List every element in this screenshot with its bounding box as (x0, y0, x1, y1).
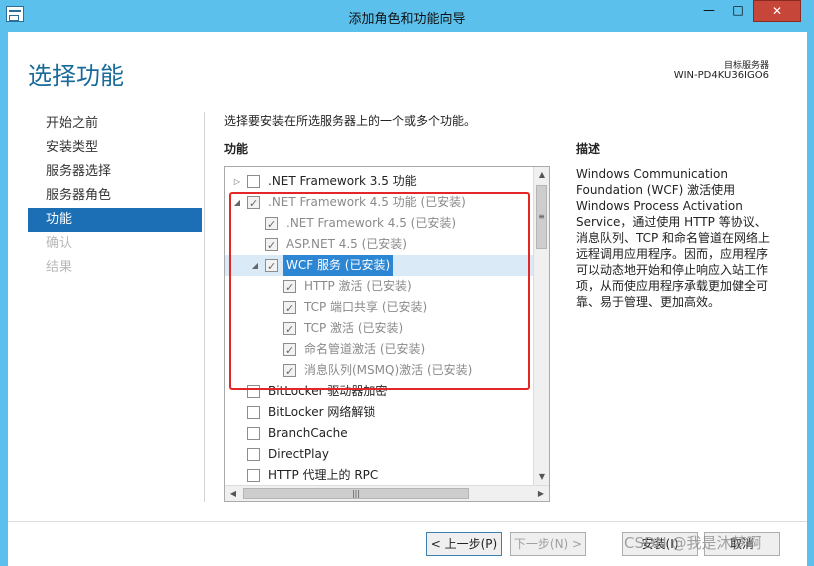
expand-toggle-icon[interactable]: ▷ (232, 171, 242, 192)
feature-label: TCP 端口共享 (已安装) (304, 300, 428, 314)
feature-checkbox[interactable] (247, 406, 260, 419)
page-title: 选择功能 (28, 62, 124, 90)
feature-label: ASP.NET 4.5 (已安装) (286, 237, 407, 251)
nav-item-server-roles[interactable]: 服务器角色 (28, 184, 202, 208)
expand-toggle-icon[interactable]: ◢ (250, 255, 260, 276)
feature-checkbox[interactable] (283, 277, 296, 298)
feature-label: TCP 激活 (已安装) (304, 321, 404, 335)
next-button[interactable]: 下一步(N) > (510, 532, 586, 556)
nav-item-features[interactable]: 功能 (28, 208, 202, 232)
feature-row[interactable]: HTTP 代理上的 RPC (225, 465, 535, 486)
target-server-name: WIN-PD4KU36IGO6 (673, 70, 769, 81)
nav-item-results: 结果 (46, 260, 73, 275)
feature-label: BitLocker 驱动器加密 (268, 384, 388, 398)
feature-checkbox[interactable] (265, 214, 278, 235)
feature-label: BitLocker 网络解锁 (268, 405, 376, 419)
nav-item-before-you-begin[interactable]: 开始之前 (28, 112, 202, 136)
feature-row[interactable]: BitLocker 驱动器加密 (225, 381, 535, 402)
scroll-thumb[interactable]: ≡ (536, 185, 547, 249)
expand-toggle-icon[interactable]: ◢ (232, 192, 242, 213)
feature-checkbox[interactable] (247, 427, 260, 440)
nav-item-server-selection[interactable]: 服务器选择 (28, 160, 202, 184)
title-bar: 添加角色和功能向导 — □ ✕ (0, 0, 814, 32)
nav-item-installation-type[interactable]: 安装类型 (28, 136, 202, 160)
feature-checkbox[interactable] (265, 256, 278, 277)
scroll-right-icon[interactable]: ▶ (533, 486, 549, 501)
feature-row[interactable]: TCP 端口共享 (已安装) (225, 297, 535, 319)
wizard-body: 选择功能 目标服务器 WIN-PD4KU36IGO6 开始之前 安装类型 服务器… (8, 32, 807, 566)
footer-divider (8, 521, 807, 522)
feature-row[interactable]: ◢ WCF 服务 (已安装) (225, 255, 535, 277)
previous-button[interactable]: < 上一步(P) (426, 532, 502, 556)
feature-checkbox[interactable] (247, 448, 260, 461)
feature-label: BranchCache (268, 426, 348, 440)
feature-row[interactable]: DirectPlay (225, 444, 535, 465)
feature-checkbox[interactable] (283, 298, 296, 319)
description-heading: 描述 (576, 142, 601, 156)
feature-label: .NET Framework 4.5 功能 (已安装) (268, 195, 466, 209)
feature-row[interactable]: HTTP 激活 (已安装) (225, 276, 535, 298)
feature-checkbox[interactable] (247, 193, 260, 214)
feature-label: .NET Framework 4.5 (已安装) (286, 216, 457, 230)
feature-label: DirectPlay (268, 447, 329, 461)
feature-label: HTTP 代理上的 RPC (268, 468, 379, 482)
feature-label: .NET Framework 3.5 功能 (268, 174, 417, 188)
feature-row[interactable]: TCP 激活 (已安装) (225, 318, 535, 340)
feature-checkbox[interactable] (247, 385, 260, 398)
feature-row[interactable]: .NET Framework 4.5 (已安装) (225, 213, 535, 235)
feature-row[interactable]: BitLocker 网络解锁 (225, 402, 535, 423)
features-tree[interactable]: ▷ .NET Framework 3.5 功能 ◢ .NET Framework 4.… (224, 166, 550, 502)
feature-row[interactable]: ◢ .NET Framework 4.5 功能 (已安装) (225, 192, 535, 214)
window-border (807, 32, 814, 566)
feature-label: 消息队列(MSMQ)激活 (已安装) (304, 363, 473, 377)
feature-row[interactable]: 消息队列(MSMQ)激活 (已安装) (225, 360, 535, 382)
feature-checkbox[interactable] (247, 175, 260, 188)
feature-checkbox[interactable] (283, 361, 296, 382)
vertical-scrollbar[interactable]: ▲ ≡ ▼ (533, 167, 549, 485)
features-heading: 功能 (224, 142, 249, 156)
feature-checkbox[interactable] (283, 319, 296, 340)
nav-item-confirmation: 确认 (46, 236, 73, 251)
feature-checkbox[interactable] (247, 469, 260, 482)
hscroll-thumb[interactable]: ||| (243, 488, 469, 499)
scroll-down-icon[interactable]: ▼ (534, 469, 549, 485)
scroll-left-icon[interactable]: ◀ (225, 486, 241, 501)
feature-label: HTTP 激活 (已安装) (304, 279, 412, 293)
close-button[interactable]: ✕ (753, 0, 801, 22)
watermark: CSDN @我是沐梦啊 (624, 534, 762, 552)
divider (204, 112, 205, 502)
window-title: 添加角色和功能向导 (348, 12, 466, 27)
feature-checkbox[interactable] (265, 235, 278, 256)
features-list: ▷ .NET Framework 3.5 功能 ◢ .NET Framework 4.… (225, 171, 535, 486)
feature-checkbox[interactable] (283, 340, 296, 361)
scroll-up-icon[interactable]: ▲ (534, 167, 549, 183)
feature-row[interactable]: BranchCache (225, 423, 535, 444)
feature-row[interactable]: ▷ .NET Framework 3.5 功能 (225, 171, 535, 192)
feature-row[interactable]: 命名管道激活 (已安装) (225, 339, 535, 361)
feature-row[interactable]: ASP.NET 4.5 (已安装) (225, 234, 535, 256)
feature-label: 命名管道激活 (已安装) (304, 342, 426, 356)
description-text: Windows Communication Foundation (WCF) 激… (576, 167, 771, 309)
horizontal-scrollbar[interactable]: ◀ ||| ▶ (225, 485, 549, 501)
instruction-text: 选择要安装在所选服务器上的一个或多个功能。 (224, 114, 477, 128)
maximize-button[interactable]: □ (724, 0, 752, 22)
minimize-button[interactable]: — (695, 0, 723, 22)
wizard-nav: 开始之前 安装类型 服务器选择 服务器角色 功能 确认 结果 (28, 112, 202, 280)
feature-label: WCF 服务 (已安装) (283, 255, 394, 276)
